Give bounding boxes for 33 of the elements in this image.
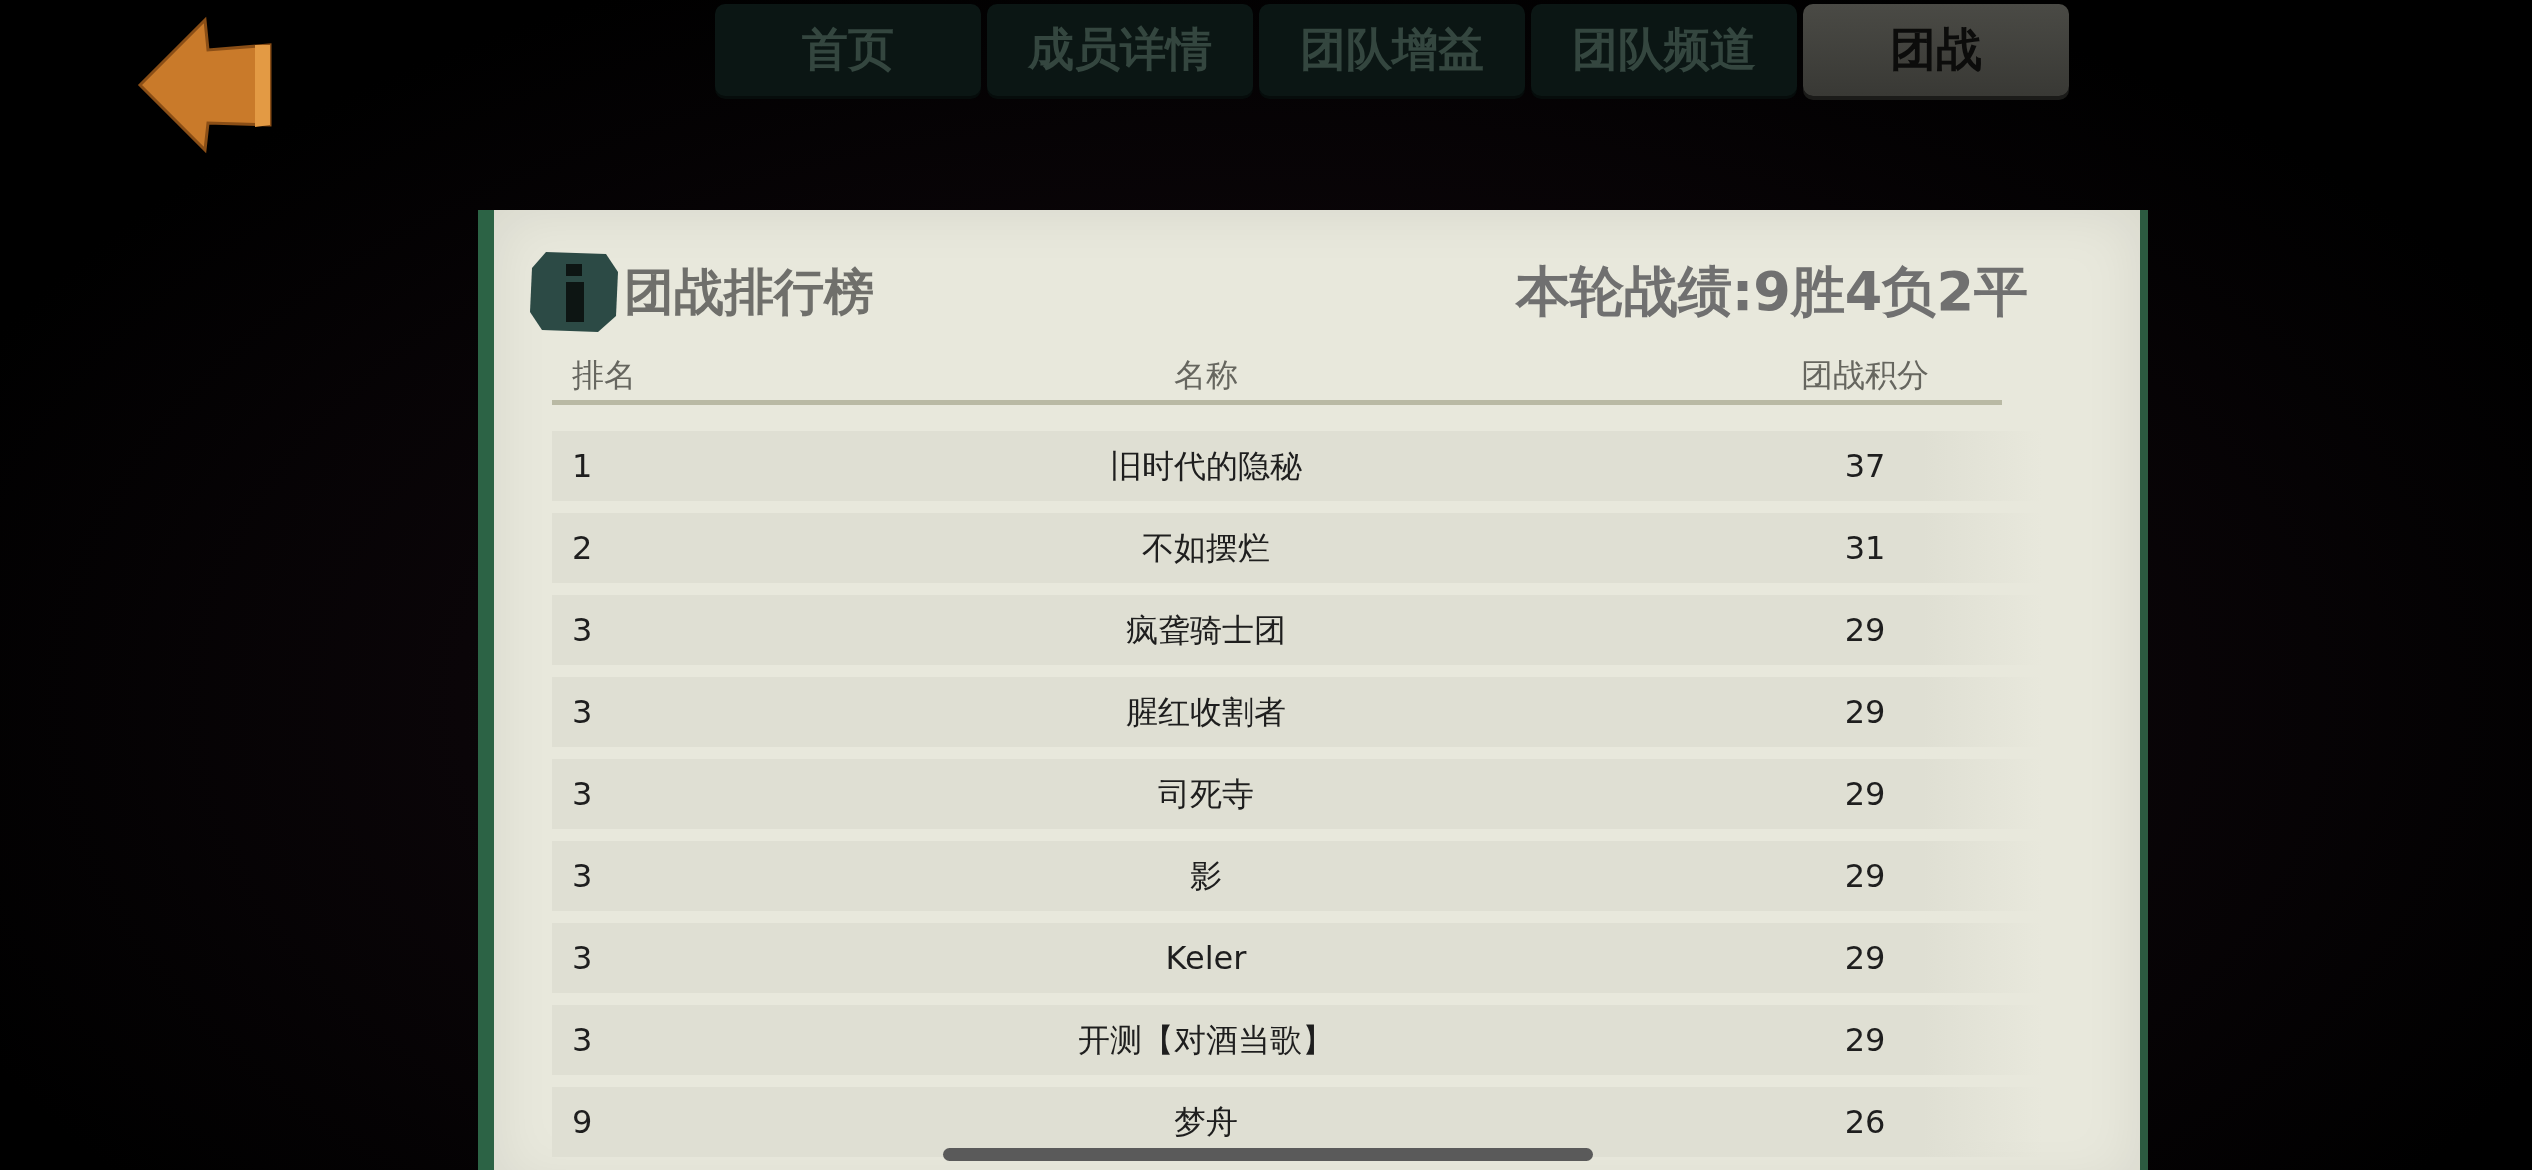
score-cell: 29 xyxy=(1844,858,1886,894)
info-icon xyxy=(528,250,620,334)
name-cell: 开测【对酒当歌】 xyxy=(1078,1022,1334,1058)
name-cell: 疯聋骑士团 xyxy=(1126,612,1286,648)
score-cell: 29 xyxy=(1844,1022,1886,1058)
name-cell: Keler xyxy=(1165,940,1247,976)
name-cell: 梦舟 xyxy=(1174,1104,1238,1140)
score-cell: 29 xyxy=(1844,694,1886,730)
score-cell: 31 xyxy=(1844,530,1886,566)
score-cell: 26 xyxy=(1844,1104,1886,1140)
rank-cell-text: 3 xyxy=(572,940,594,976)
score-cell: 37 xyxy=(1844,448,1886,484)
score-cell: 29 xyxy=(1844,940,1886,976)
rank-cell-text: 3 xyxy=(572,694,594,730)
name-cell: 影 xyxy=(1190,858,1222,894)
panel-title: 团战排行榜 xyxy=(624,261,874,323)
score-cell: 29 xyxy=(1844,612,1886,648)
rank-cell-text: 2 xyxy=(572,530,594,566)
column-header: 排名 xyxy=(572,355,637,396)
rank-cell-text: 3 xyxy=(572,1022,594,1058)
name-cell: 司死寺 xyxy=(1158,776,1254,812)
round-record: 本轮战绩:9胜4负2平 xyxy=(1515,258,2028,325)
rank-cell-text: 9 xyxy=(572,1104,594,1140)
rank-cell-text: 3 xyxy=(572,612,594,648)
name-cell: 不如摆烂 xyxy=(1142,530,1270,566)
column-header: 团战积分 xyxy=(1800,355,1930,396)
rank-cell-text: 3 xyxy=(572,858,594,894)
rank-cell-text: 3 xyxy=(572,776,594,812)
score-cell: 29 xyxy=(1844,776,1886,812)
name-cell: 腥红收割者 xyxy=(1126,694,1286,730)
name-cell: 旧时代的隐秘 xyxy=(1110,448,1302,484)
column-header: 名称 xyxy=(1173,355,1239,396)
rank-cell-text: 1 xyxy=(572,448,594,484)
